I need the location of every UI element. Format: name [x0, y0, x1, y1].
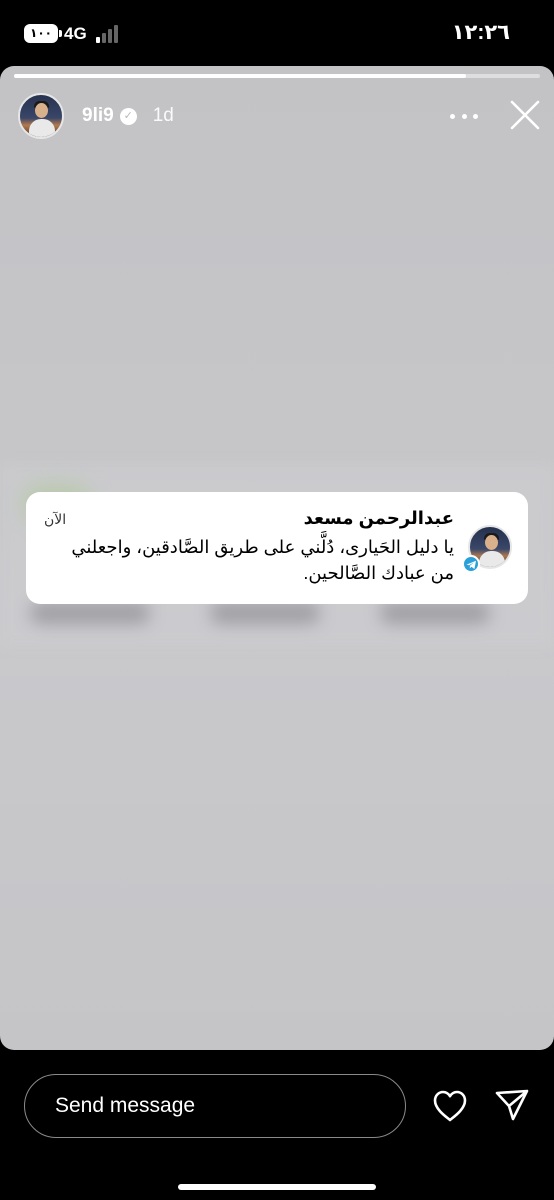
notification-time: الآن [44, 511, 67, 527]
heart-icon[interactable] [432, 1089, 468, 1123]
blurred-shape [210, 602, 320, 624]
status-bar: ١٠٠ 4G ١٢:٢٦ [0, 0, 554, 66]
signal-strength-icon [96, 25, 122, 43]
story-username[interactable]: 9li9 [82, 105, 114, 127]
send-message-input[interactable] [24, 1074, 406, 1138]
more-options-icon[interactable] [450, 104, 478, 128]
story-header: 9li9 ✓ 1d [18, 92, 174, 140]
telegram-icon [462, 555, 480, 573]
home-indicator [178, 1184, 376, 1190]
paper-plane-icon[interactable] [494, 1088, 530, 1122]
notification-sender: عبدالرحمن مسعد [303, 508, 454, 528]
notification-message: يا دليل الحَيارى، دُلَّني على طريق الصَّ… [71, 537, 454, 583]
story-viewer[interactable]: 9li9 ✓ 1d عبدالرحمن مسعد الآن يا دليل ال… [0, 66, 554, 1050]
close-icon[interactable] [508, 98, 542, 132]
notification-card[interactable]: عبدالرحمن مسعد الآن يا دليل الحَيارى، دُ… [26, 492, 528, 604]
story-author-avatar[interactable] [18, 93, 64, 139]
battery-indicator: ١٠٠ [24, 24, 62, 43]
blurred-shape [30, 602, 150, 624]
blurred-shape [380, 602, 490, 624]
network-type: 4G [64, 24, 87, 43]
story-progress-fill [14, 74, 467, 78]
story-progress-bar [14, 74, 540, 78]
story-timestamp: 1d [152, 105, 174, 126]
reply-bar [0, 1050, 554, 1200]
verified-badge-icon: ✓ [119, 107, 137, 125]
status-time: ١٢:٢٦ [451, 21, 510, 44]
